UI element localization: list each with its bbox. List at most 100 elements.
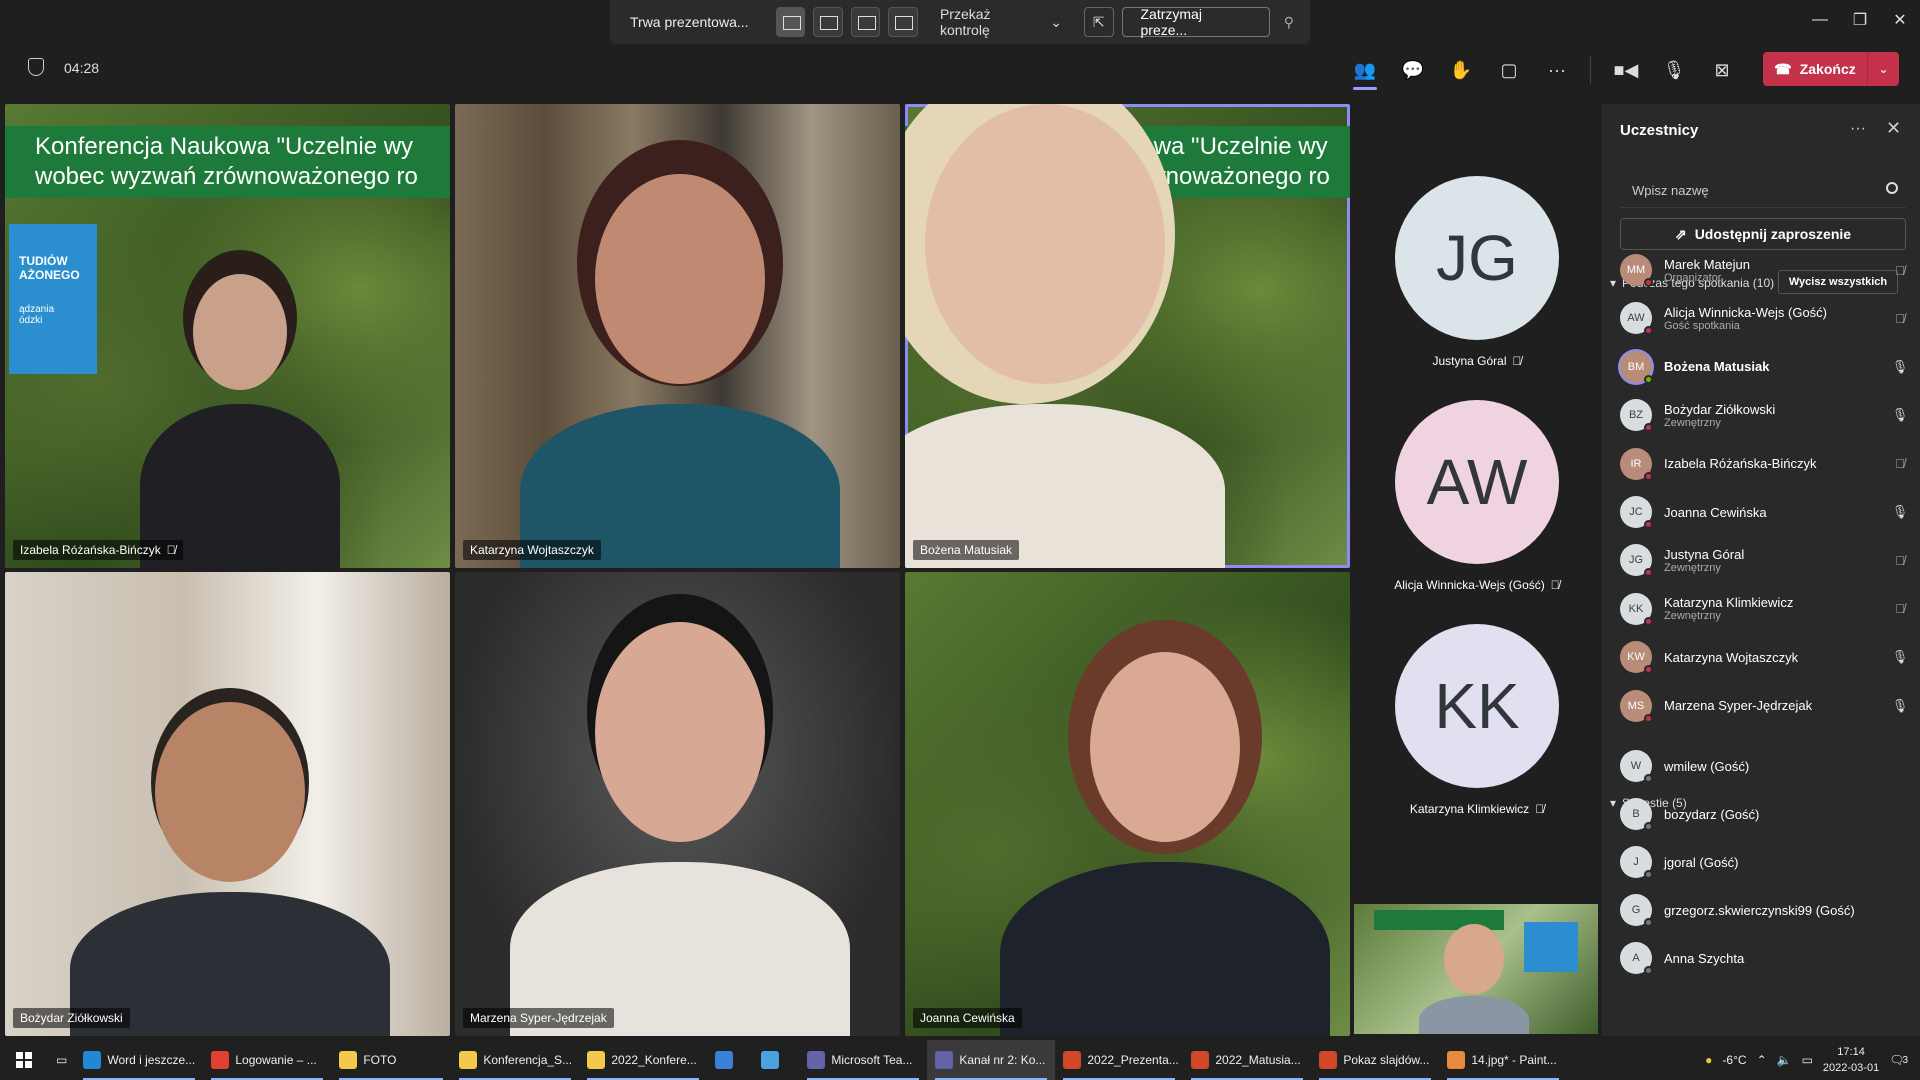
video-tile[interactable]: Marzena Syper-Jędrzejak: [455, 572, 900, 1036]
avatar-tile[interactable]: KK Katarzyna Klimkiewicz 🎙̸: [1352, 624, 1602, 816]
app-icon: [1319, 1051, 1338, 1069]
avatar-initials: A: [1632, 952, 1640, 964]
avatar: AW: [1620, 302, 1653, 336]
suggestion-row[interactable]: Wwmilew (Gość): [1620, 744, 1910, 788]
weather-icon: ●: [1705, 1053, 1713, 1067]
view-button[interactable]: ▢: [1489, 52, 1529, 88]
video-tile[interactable]: Joanna Cewińska: [905, 572, 1350, 1036]
mic-off-icon[interactable]: 🎙̸: [1890, 456, 1910, 471]
participant-row[interactable]: AW Alicja Winnicka-Wejs (Gość) Gość spotka…: [1620, 296, 1910, 340]
minimize-button[interactable]: —: [1800, 0, 1840, 40]
camera-button[interactable]: ■◀: [1606, 52, 1646, 88]
share-button[interactable]: ⊠: [1702, 52, 1742, 88]
share-invite-button[interactable]: ⇗ Udostępnij zaproszenie: [1620, 218, 1906, 250]
mic-off-icon[interactable]: 🎙̸: [1890, 311, 1910, 326]
taskbar-app[interactable]: Word i jeszcze...: [75, 1040, 203, 1080]
taskbar-app[interactable]: Konferencja_S...: [451, 1040, 579, 1080]
mic-icon[interactable]: 🎙: [1890, 407, 1910, 423]
taskbar-app-label: Kanał nr 2: Ko...: [959, 1053, 1046, 1067]
avatar-initials: MM: [1626, 264, 1646, 276]
taskbar-app[interactable]: Kanał nr 2: Ko...: [927, 1040, 1056, 1080]
avatar-tile[interactable]: JG Justyna Góral 🎙̸: [1352, 176, 1602, 368]
participant-row[interactable]: MM Marek Matejun Organizator 🎙̸: [1620, 248, 1910, 292]
taskbar-app[interactable]: Logowanie – ...: [203, 1040, 331, 1080]
participant-row[interactable]: JC Joanna Cewińska 🎙: [1620, 490, 1910, 534]
app-icon: [587, 1051, 606, 1069]
include-computer-sound-button[interactable]: ⇱: [1083, 7, 1114, 37]
video-tile[interactable]: Konferencja Naukowa "Uczelnie wy wobec w…: [5, 104, 450, 568]
task-view-button[interactable]: ▭: [48, 1040, 75, 1080]
participant-row[interactable]: MS Marzena Syper-Jędrzejak 🎙: [1620, 684, 1910, 728]
participant-row[interactable]: BZ Bożydar Ziółkowski Zewnętrzny 🎙: [1620, 393, 1910, 437]
blue-sign: TUDIÓW AŻONEGO ądzania ódzki: [9, 224, 97, 374]
taskbar-app[interactable]: [707, 1040, 753, 1080]
participant-row[interactable]: BM Bożena Matusiak 🎙: [1620, 345, 1910, 389]
suggestion-row[interactable]: Jjgoral (Gość): [1620, 840, 1910, 884]
pin-icon[interactable]: ⚲: [1278, 14, 1300, 31]
mic-button[interactable]: 🎙: [1654, 52, 1694, 88]
avatar: IR: [1620, 447, 1653, 481]
taskbar-app[interactable]: 14.jpg* - Paint...: [1439, 1040, 1567, 1080]
participant-figure: [1000, 612, 1330, 1036]
participant-role: Organizator: [1664, 271, 1722, 284]
avatar-tile[interactable]: AW Alicja Winnicka-Wejs (Gość) 🎙̸: [1352, 400, 1602, 592]
taskbar-app[interactable]: 2022_Matusia...: [1183, 1040, 1311, 1080]
taskbar-app[interactable]: 2022_Prezenta...: [1055, 1040, 1183, 1080]
volume-icon[interactable]: 🔈: [1777, 1053, 1792, 1067]
suggestion-row[interactable]: Bbozydarz (Gość): [1620, 792, 1910, 836]
avatar: MM: [1620, 254, 1653, 287]
mic-off-icon[interactable]: 🎙̸: [1890, 553, 1910, 568]
share-invite-label: Udostępnij zaproszenie: [1694, 226, 1852, 242]
leave-button[interactable]: ☎ Zakończ ⌄: [1763, 52, 1899, 86]
windows-icon: [16, 1052, 32, 1068]
reactions-button[interactable]: ✋: [1441, 52, 1481, 88]
mic-off-icon[interactable]: 🎙̸: [1890, 263, 1910, 278]
participants-button[interactable]: 👥: [1345, 52, 1385, 90]
taskbar-app[interactable]: 2022_Konfere...: [579, 1040, 707, 1080]
taskbar-app[interactable]: [753, 1040, 799, 1080]
panel-title: Uczestnicy: [1620, 122, 1699, 139]
chat-button[interactable]: 💬: [1393, 52, 1433, 88]
layout-content-only-button[interactable]: [775, 7, 806, 37]
more-actions-button[interactable]: ···: [1537, 52, 1577, 88]
participant-row[interactable]: JG Justyna Góral Zewnętrzny 🎙̸: [1620, 538, 1910, 582]
close-window-button[interactable]: ✕: [1880, 0, 1920, 40]
video-tile-active-speaker[interactable]: ukowa "Uczelnie wy zrównoważonego ro Boż…: [905, 104, 1350, 568]
suggestion-name: grzegorz.skwierczynski99 (Gość): [1664, 902, 1855, 918]
suggestion-row[interactable]: Ggrzegorz.skwierczynski99 (Gość): [1620, 888, 1910, 932]
app-icon: [935, 1051, 954, 1069]
network-icon[interactable]: ▭: [1802, 1053, 1813, 1067]
layout-reporter-button[interactable]: [888, 7, 918, 37]
mic-icon[interactable]: 🎙: [1890, 698, 1910, 714]
self-video-preview[interactable]: [1354, 904, 1598, 1034]
suggestion-row[interactable]: A Anna Szychta: [1620, 936, 1910, 980]
ellipsis-icon[interactable]: ···: [1850, 120, 1866, 138]
start-button[interactable]: [0, 1040, 48, 1080]
mic-icon[interactable]: 🎙: [1890, 359, 1910, 375]
close-icon[interactable]: ✕: [1886, 118, 1901, 139]
participant-row[interactable]: KW Katarzyna Wojtaszczyk 🎙: [1620, 635, 1910, 679]
presence-dot: [1644, 918, 1653, 927]
give-control-dropdown[interactable]: Przekaż kontrolę ⌄: [926, 6, 1076, 38]
mic-icon[interactable]: 🎙: [1890, 649, 1910, 665]
participant-row[interactable]: KK Katarzyna Klimkiewicz Zewnętrzny 🎙̸: [1620, 587, 1910, 631]
chevron-up-icon[interactable]: ⌃: [1757, 1053, 1767, 1067]
tile-name: Katarzyna Wojtaszczyk: [470, 543, 594, 557]
taskbar-app[interactable]: Pokaz slajdów...: [1311, 1040, 1439, 1080]
layout-standout-button[interactable]: [813, 7, 843, 37]
taskbar-app[interactable]: FOTO: [331, 1040, 451, 1080]
video-tile[interactable]: Bożydar Ziółkowski: [5, 572, 450, 1036]
restore-button[interactable]: ❐: [1840, 0, 1880, 40]
leave-options-dropdown[interactable]: ⌄: [1867, 52, 1899, 86]
mic-off-icon[interactable]: 🎙̸: [1890, 601, 1910, 616]
participant-row[interactable]: IR Izabela Różańska-Bińczyk 🎙̸: [1620, 442, 1910, 486]
taskbar-app[interactable]: Microsoft Tea...: [799, 1040, 927, 1080]
stop-presenting-button[interactable]: Zatrzymaj preze...: [1121, 6, 1270, 38]
video-tile[interactable]: Katarzyna Wojtaszczyk: [455, 104, 900, 568]
weather-temp[interactable]: -6°C: [1722, 1053, 1746, 1067]
layout-side-by-side-button[interactable]: [850, 7, 881, 37]
video-grid: Konferencja Naukowa "Uczelnie wy wobec w…: [5, 104, 1351, 1036]
clock[interactable]: 17:14 2022-03-01: [1823, 1044, 1879, 1076]
participant-search-input[interactable]: Wpisz nazwę: [1620, 174, 1906, 208]
mic-icon[interactable]: 🎙: [1890, 504, 1910, 520]
